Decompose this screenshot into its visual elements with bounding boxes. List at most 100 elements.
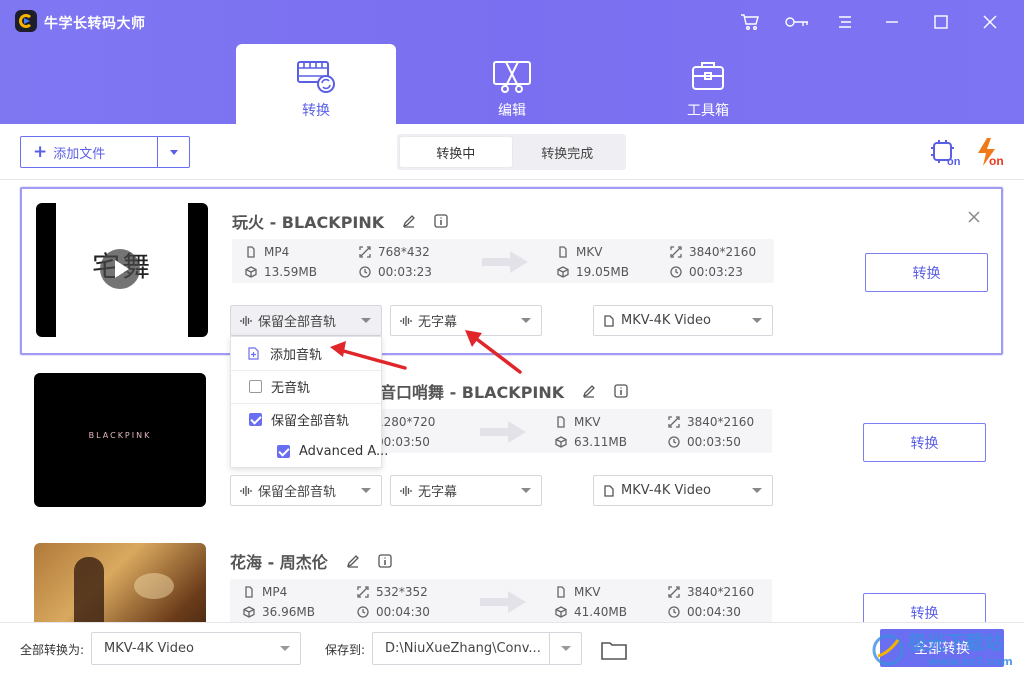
resolution-icon <box>668 416 680 428</box>
video-thumbnail[interactable]: 宅舞 <box>36 203 208 337</box>
convert-arrow-icon <box>480 591 526 613</box>
audio-track-select[interactable]: 保留全部音轨 <box>230 305 382 336</box>
tab-toolbox-label: 工具箱 <box>687 103 729 119</box>
convert-button[interactable]: 转换 <box>863 423 986 462</box>
resolution-icon <box>359 246 371 258</box>
info-icon[interactable] <box>614 384 628 398</box>
video-thumbnail[interactable] <box>34 543 206 622</box>
edit-scissors-icon <box>493 61 531 93</box>
convert-arrow-icon <box>482 251 528 273</box>
bottom-bar: 全部转换为: MKV-4K Video 保存到: D:\NiuXueZhang\… <box>0 622 1024 680</box>
info-icon[interactable] <box>434 214 448 228</box>
src-duration-value: 00:03:23 <box>378 265 432 279</box>
folder-icon[interactable] <box>601 640 627 660</box>
add-file-label: 添加文件 <box>53 146 106 162</box>
convert-all-to-label: 全部转换为: <box>20 643 85 657</box>
dst-resolution-value: 3840*2160 <box>687 415 755 429</box>
file-title: 玩火 - BLACKPINK <box>232 213 385 232</box>
dst-size: 19.05MB <box>557 265 629 279</box>
convert-all-format-select[interactable]: MKV-4K Video <box>91 632 301 665</box>
maximize-icon[interactable] <box>928 10 954 34</box>
checkbox[interactable] <box>249 379 262 393</box>
dst-size: 41.40MB <box>555 605 627 619</box>
tab-converting[interactable]: 转换中 <box>400 137 512 167</box>
checkbox-checked[interactable] <box>249 412 262 426</box>
subtitle-select[interactable]: 无字幕 <box>390 305 542 336</box>
clock-icon <box>359 266 371 278</box>
info-icon[interactable] <box>378 554 392 568</box>
tab-edit-label: 编辑 <box>498 103 526 119</box>
file-title-row: 玩火 - BLACKPINK <box>232 209 448 233</box>
dst-duration-value: 00:03:50 <box>687 435 741 449</box>
rename-pencil-icon[interactable] <box>402 214 416 228</box>
convert-all-format-value: MKV-4K Video <box>104 641 194 656</box>
tab-convert[interactable]: 转换 <box>236 44 396 124</box>
output-format-select[interactable]: MKV-4K Video <box>593 475 773 506</box>
file-card[interactable]: BLACKPINK 音口哨舞 - BLACKPINK 1280*720 00:0… <box>20 359 1003 527</box>
output-format-select[interactable]: MKV-4K Video <box>593 305 773 336</box>
close-window-icon[interactable] <box>977 10 1003 34</box>
src-duration-value: 00:04:30 <box>376 605 430 619</box>
menu-item-keep-all-audio[interactable]: 保留全部音轨 <box>231 404 381 434</box>
rename-pencil-icon[interactable] <box>346 554 360 568</box>
save-path-select[interactable]: D:\NiuXueZhang\Conv... <box>372 632 582 665</box>
add-file-dropdown[interactable] <box>157 137 189 167</box>
src-duration: 00:04:30 <box>357 605 430 619</box>
convert-button[interactable]: 转换 <box>863 593 986 622</box>
dst-resolution-value: 3840*2160 <box>689 245 757 259</box>
audio-track-select[interactable]: 保留全部音轨 <box>230 475 382 506</box>
file-info-panel: MP4 13.59MB 768*432 00:03:23 MKV 19.05MB… <box>232 239 774 283</box>
file-format-icon <box>557 416 565 428</box>
src-size: 13.59MB <box>245 265 317 279</box>
file-title-row: 音口哨舞 - BLACKPINK <box>380 379 628 403</box>
src-resolution-value: 532*352 <box>376 585 428 599</box>
hardware-acceleration-icon[interactable]: on <box>930 138 961 168</box>
high-speed-on-icon[interactable]: on <box>974 137 1006 168</box>
menu-item-advanced-audio[interactable]: Advanced A... <box>231 436 388 466</box>
audio-wave-icon <box>240 315 252 326</box>
clock-icon <box>670 266 682 278</box>
tab-edit[interactable]: 编辑 <box>432 44 592 124</box>
status-segmented-control: 转换中 转换完成 <box>397 134 626 170</box>
audio-wave-icon <box>400 315 412 326</box>
checkbox-checked[interactable] <box>277 444 290 458</box>
key-icon[interactable] <box>784 10 810 34</box>
file-icon <box>604 314 614 327</box>
dst-size-value: 41.40MB <box>574 605 627 619</box>
src-format: MP4 <box>245 245 289 259</box>
src-resolution-value: 1280*720 <box>376 415 436 429</box>
menu-item-label: Advanced A... <box>299 443 389 459</box>
audio-wave-icon <box>400 485 412 496</box>
menu-item-add-audio[interactable]: 添加音轨 <box>231 338 381 368</box>
convert-all-button[interactable]: 全部转换 <box>880 629 1004 667</box>
file-card[interactable]: 花海 - 周杰伦 MP4 36.96MB 532*352 00:04:30 MK… <box>20 529 1003 622</box>
add-file-button[interactable]: + 添加文件 <box>20 136 190 168</box>
play-icon[interactable] <box>100 249 140 289</box>
menu-icon[interactable] <box>832 10 858 34</box>
rename-pencil-icon[interactable] <box>582 384 596 398</box>
menu-item-label: 添加音轨 <box>270 347 323 363</box>
output-format-value: MKV-4K Video <box>621 313 711 328</box>
app-title: 牛学长转码大师 <box>44 16 146 32</box>
file-card[interactable]: 宅舞 玩火 - BLACKPINK MP4 13.59MB 768*432 00… <box>20 187 1003 355</box>
toolbox-icon <box>692 62 724 90</box>
minimize-icon[interactable] <box>879 10 905 34</box>
dst-resolution-value: 3840*2160 <box>687 585 755 599</box>
dst-size: 63.11MB <box>555 435 627 449</box>
resolution-icon <box>357 586 369 598</box>
dst-format: MKV <box>555 585 600 599</box>
file-format-icon <box>245 586 253 598</box>
tab-convert-label: 转换 <box>302 103 330 119</box>
cart-icon[interactable] <box>737 10 763 34</box>
subtitle-select[interactable]: 无字幕 <box>390 475 542 506</box>
menu-item-no-audio[interactable]: 无音轨 <box>231 371 381 401</box>
remove-file-icon[interactable] <box>966 209 982 225</box>
src-size-value: 36.96MB <box>262 605 315 619</box>
output-format-value: MKV-4K Video <box>621 483 711 498</box>
add-file-main[interactable]: + 添加文件 <box>21 137 157 167</box>
tab-toolbox[interactable]: 工具箱 <box>628 44 788 124</box>
convert-button[interactable]: 转换 <box>865 253 988 292</box>
video-thumbnail[interactable]: BLACKPINK <box>34 373 206 507</box>
add-file-icon <box>248 346 259 360</box>
tab-converted[interactable]: 转换完成 <box>512 137 624 167</box>
